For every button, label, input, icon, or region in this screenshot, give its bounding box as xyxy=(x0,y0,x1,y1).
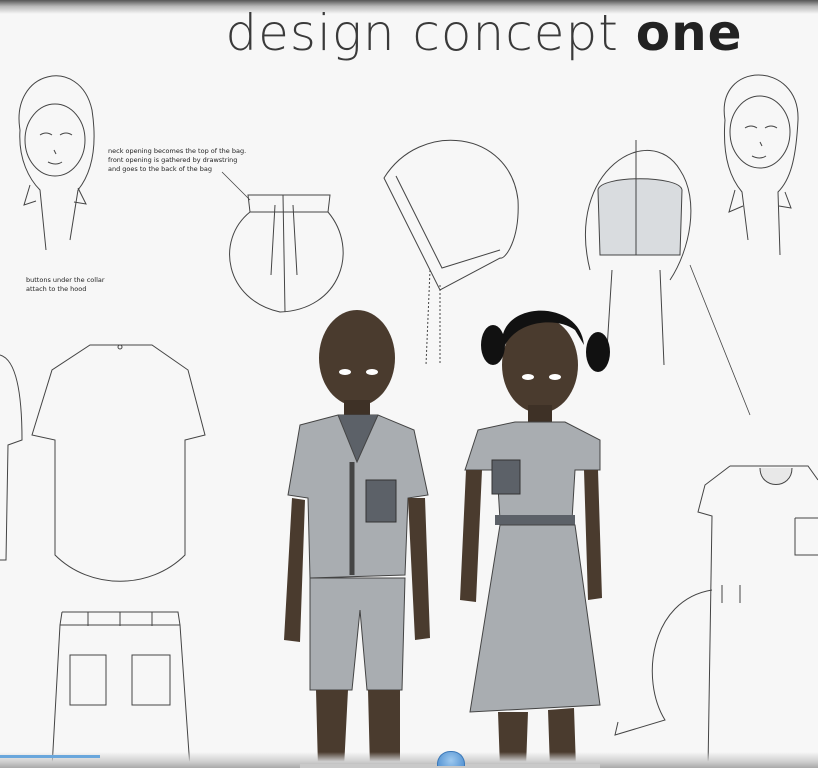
right-hood-portrait xyxy=(723,74,799,256)
girl-figure xyxy=(460,310,610,768)
progress-fill xyxy=(0,755,100,758)
left-hood-portrait xyxy=(18,75,95,251)
design-sketch-canvas xyxy=(0,74,818,768)
boy-figure xyxy=(284,310,430,768)
shirt-flat-sketch xyxy=(31,344,206,582)
dress-flat-sketch xyxy=(614,465,818,768)
bag-flat-sketch xyxy=(229,194,344,313)
trousers-flat-sketch xyxy=(51,611,191,768)
hood-front-sketch xyxy=(584,140,692,366)
